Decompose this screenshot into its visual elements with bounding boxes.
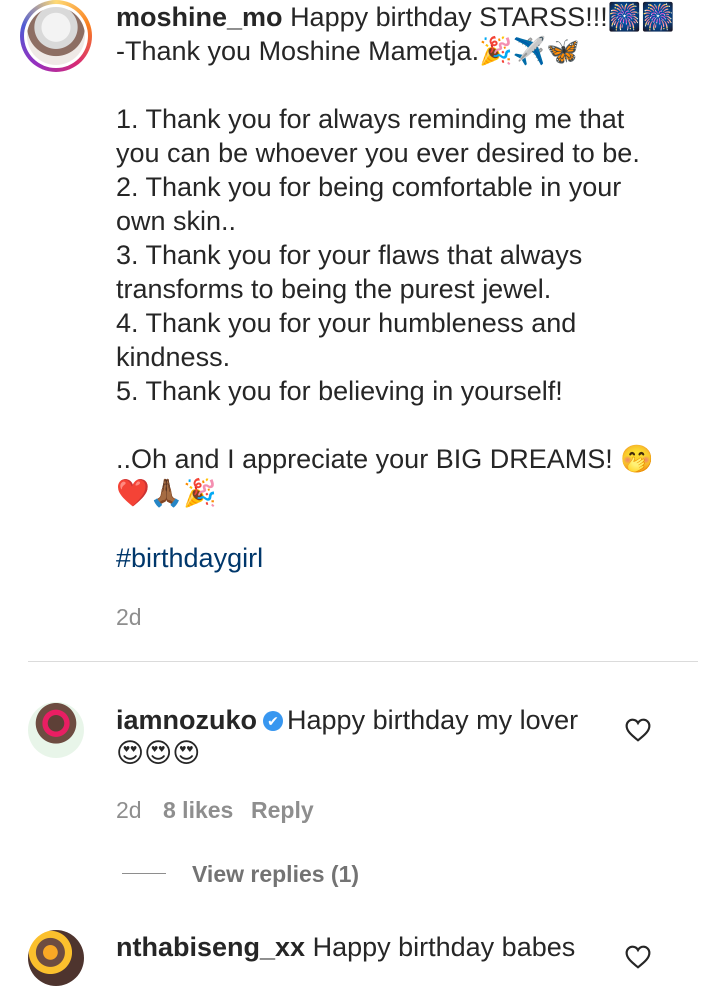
hashtag-link[interactable]: #birthdaygirl: [116, 543, 263, 574]
comment-username[interactable]: moshine_mo: [116, 2, 283, 32]
comment-text-body: -Thank you Moshine Mametja.🎉✈️🦋 1. Thank…: [116, 36, 654, 508]
comment-time: 2d: [116, 604, 142, 630]
avatar-iamnozuko[interactable]: [28, 702, 84, 758]
caption-comment: moshine_mo Happy birthday STARSS!!!🎆🎆 -T…: [116, 0, 676, 510]
divider: [28, 661, 698, 662]
comment-nthabiseng-xx: nthabiseng_xx Happy birthday babes: [116, 930, 616, 964]
comment-text: Happy birthday babes: [312, 932, 576, 962]
comment-emojis: 😍😍😍: [116, 738, 201, 769]
reply-button[interactable]: Reply: [251, 797, 314, 824]
heart-outline-icon[interactable]: [625, 945, 651, 969]
view-replies-button[interactable]: View replies (1): [192, 861, 359, 888]
avatar-nthabiseng-xx[interactable]: [28, 930, 84, 986]
verified-badge-icon: ✔: [263, 711, 284, 731]
profile-photo: [27, 7, 85, 65]
replies-line: [122, 873, 166, 874]
comment-time: 2d: [116, 797, 142, 823]
comment-text-line1: Happy birthday STARSS!!!🎆🎆: [290, 2, 675, 32]
likes-count[interactable]: 8 likes: [163, 797, 233, 824]
avatar-moshine-mo[interactable]: [20, 0, 92, 72]
comment-text: Happy birthday my lover: [287, 705, 579, 735]
comment-iamnozuko: iamnozuko ✔ Happy birthday my lover 😍😍😍: [116, 703, 616, 771]
heart-outline-icon[interactable]: [625, 718, 651, 742]
comment-username[interactable]: nthabiseng_xx: [116, 932, 305, 962]
comment-username[interactable]: iamnozuko: [116, 705, 257, 735]
